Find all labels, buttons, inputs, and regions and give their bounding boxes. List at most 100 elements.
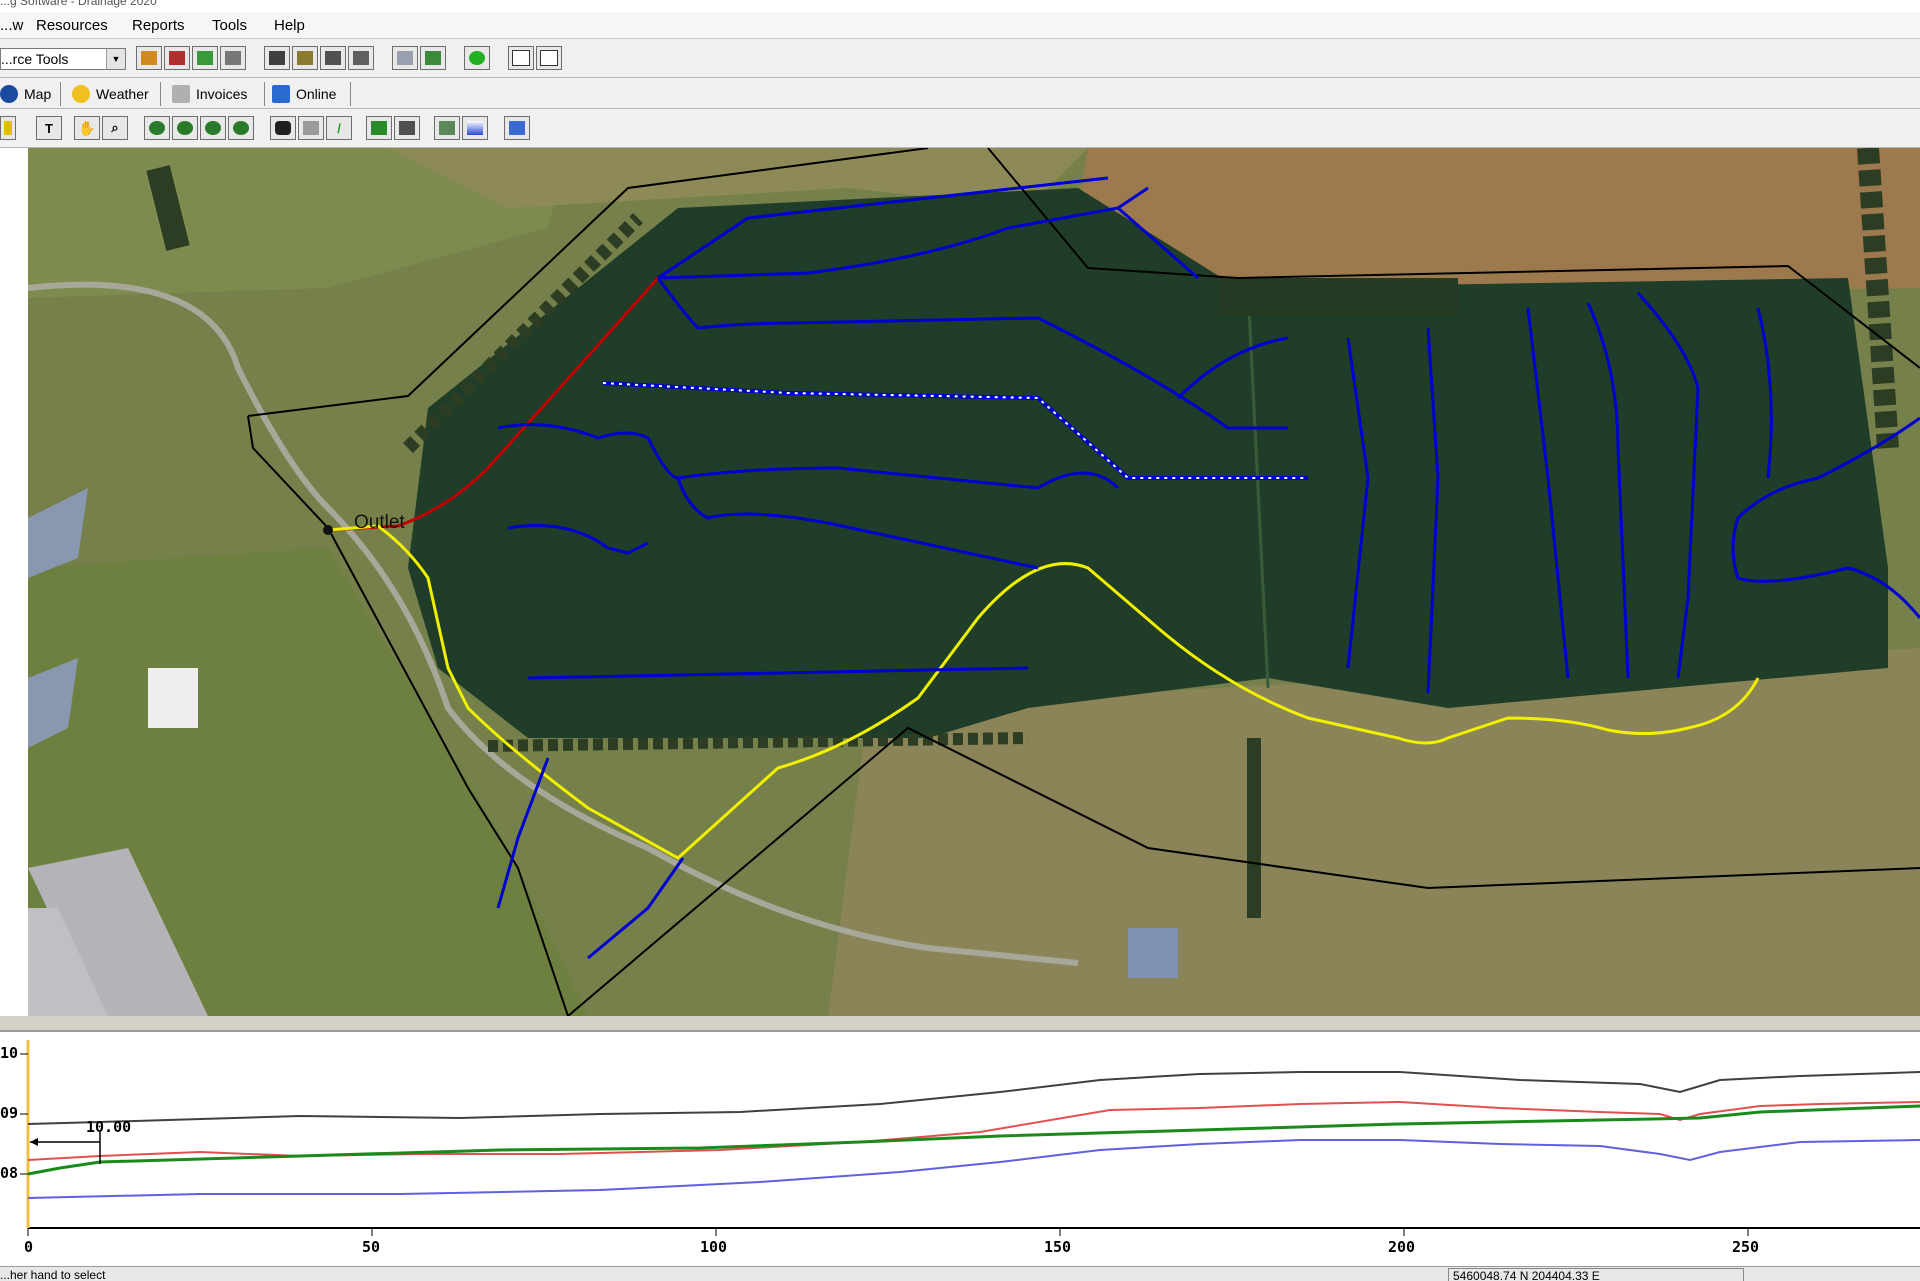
gradient-button[interactable] (462, 116, 488, 140)
tab-map[interactable]: Map (0, 82, 61, 106)
tool-zoom-button[interactable] (392, 46, 418, 70)
zoom-extent-button[interactable] (200, 116, 226, 140)
tree-cluster (1218, 278, 1458, 316)
status-coordinates: 5460048.74 N 204404.33 E (1448, 1268, 1744, 1281)
farm-building (148, 668, 198, 728)
select-tool-button[interactable]: ⌕ (102, 116, 128, 140)
people-icon (269, 51, 285, 65)
map-left-margin (0, 148, 28, 1016)
long-section-profile[interactable]: 10 09 08 10.00 0 50 100 150 200 250 (0, 1030, 1920, 1268)
zoom-in-button[interactable] (144, 116, 170, 140)
group-icon (297, 51, 313, 65)
print-icon (225, 51, 241, 65)
menu-reports[interactable]: Reports (132, 17, 185, 34)
menu-help[interactable]: Help (274, 17, 305, 34)
tab-map-label: Map (24, 86, 52, 102)
house-roof (1128, 928, 1178, 978)
tool-group-button[interactable] (292, 46, 318, 70)
menu-view[interactable]: ...w (0, 17, 23, 34)
crane-icon (353, 51, 369, 65)
outlet-label: Outlet (354, 512, 405, 533)
tab-online[interactable]: Online (272, 82, 351, 106)
tool-go-button[interactable] (464, 46, 490, 70)
resource-tools-combo[interactable]: ...rce Tools ▼ (0, 48, 126, 70)
window-title-bar: ...g Software - Drainage 2020 (0, 0, 1920, 12)
hand-icon: ✋ (78, 119, 96, 136)
drain-icon (197, 51, 213, 65)
zoom-previous-button[interactable] (228, 116, 254, 140)
window-title: ...g Software - Drainage 2020 (0, 0, 157, 8)
tab-invoices[interactable]: Invoices (172, 82, 265, 106)
gps-icon (509, 121, 525, 135)
x-label-200: 200 (1388, 1238, 1416, 1256)
zoom-icon (397, 51, 413, 65)
status-hint: ...her hand to select (0, 1268, 106, 1281)
tool-layer-button[interactable] (0, 116, 16, 140)
tool-copy-button[interactable] (508, 46, 534, 70)
tool-drain-button[interactable] (192, 46, 218, 70)
tab-invoices-label: Invoices (196, 86, 248, 102)
menu-bar: ...w Resources Reports Tools Help (0, 12, 1920, 39)
ground-surface-line (27, 1071, 1920, 1125)
map-toolbar: T ✋ ⌕ / (0, 109, 1920, 148)
paste-icon (540, 50, 558, 66)
outlet-marker[interactable] (323, 525, 333, 535)
status-bar: ...her hand to select 5460048.74 N 20440… (0, 1266, 1920, 1281)
edit-point-icon (303, 121, 319, 135)
tool-vehicle-button[interactable] (320, 46, 346, 70)
tool-print-button[interactable] (220, 46, 246, 70)
copy-icon (512, 50, 530, 66)
tool-paste-button[interactable] (536, 46, 562, 70)
layer-icon (4, 121, 12, 135)
go-icon (469, 51, 485, 65)
gps-button[interactable] (504, 116, 530, 140)
y-label-10: 10 (0, 1044, 19, 1062)
tractor-icon (141, 51, 157, 65)
menu-resources[interactable]: Resources (36, 17, 108, 34)
y-label-08: 08 (0, 1164, 19, 1182)
profile-chart (20, 1040, 1920, 1236)
menu-tools[interactable]: Tools (212, 17, 247, 34)
measure-arrowhead (30, 1138, 38, 1146)
resource-tools-value: ...rce Tools (1, 51, 69, 67)
binoculars-icon (275, 121, 291, 135)
x-label-50: 50 (362, 1238, 381, 1256)
zoom-previous-icon (233, 121, 249, 135)
map-canvas[interactable]: Outlet (28, 148, 1920, 1016)
edit-point-button[interactable] (298, 116, 324, 140)
draw-line-button[interactable]: / (326, 116, 352, 140)
tab-weather-label: Weather (96, 86, 149, 102)
pan-tool-button[interactable]: ✋ (74, 116, 100, 140)
tool-people-button[interactable] (264, 46, 290, 70)
chevron-down-icon[interactable]: ▼ (106, 49, 125, 69)
view-tabs: Map Weather Invoices Online (0, 78, 1920, 109)
zoom-in-icon (149, 121, 165, 135)
magnifier-icon: ⌕ (111, 120, 119, 135)
tool-machine-button[interactable] (164, 46, 190, 70)
aerial-map[interactable] (28, 148, 1920, 1016)
invoice-icon (172, 85, 190, 103)
text-icon: T (45, 120, 53, 136)
x-label-250: 250 (1732, 1238, 1760, 1256)
profile-view-button[interactable] (434, 116, 460, 140)
image-layer-button[interactable] (366, 116, 392, 140)
tool-edit-button[interactable] (420, 46, 446, 70)
zoom-extent-icon (205, 121, 221, 135)
gradient-icon (467, 121, 483, 135)
x-ticks (27, 1228, 1749, 1236)
x-label-100: 100 (700, 1238, 728, 1256)
x-label-0: 0 (24, 1238, 34, 1256)
zoom-out-icon (177, 121, 193, 135)
print-map-button[interactable] (394, 116, 420, 140)
tab-weather[interactable]: Weather (72, 82, 161, 106)
edit-icon (425, 51, 441, 65)
pencil-icon: / (337, 120, 341, 136)
profile-icon (439, 121, 455, 135)
weather-icon (72, 85, 90, 103)
text-tool-button[interactable]: T (36, 116, 62, 140)
tool-tractor-button[interactable] (136, 46, 162, 70)
find-button[interactable] (270, 116, 296, 140)
zoom-out-button[interactable] (172, 116, 198, 140)
machine-icon (169, 51, 185, 65)
tool-crane-button[interactable] (348, 46, 374, 70)
